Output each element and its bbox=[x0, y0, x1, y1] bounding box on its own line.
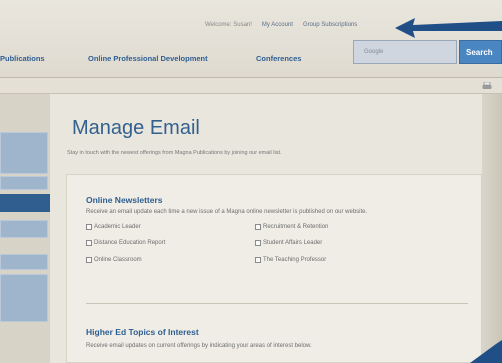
my-account-link[interactable]: My Account bbox=[262, 22, 293, 28]
welcome-text: Welcome: Susan! bbox=[205, 22, 252, 28]
checkbox-box[interactable] bbox=[255, 240, 261, 246]
group-subscriptions-link[interactable]: Group Subscriptions bbox=[303, 22, 357, 28]
checkbox-label: Online Classroom bbox=[94, 257, 142, 263]
nav-item-online-professional-development[interactable]: Online Professional Development bbox=[88, 54, 208, 63]
checkbox-label: Distance Education Report bbox=[94, 240, 166, 246]
sidebar-item[interactable] bbox=[0, 176, 48, 190]
section-desc-topics: Receive email updates on current offerin… bbox=[86, 343, 312, 349]
nav-item-conferences[interactable]: Conferences bbox=[256, 54, 301, 63]
print-icon[interactable] bbox=[482, 82, 492, 90]
sidebar-item[interactable] bbox=[0, 254, 48, 270]
sidebar-item-active[interactable] bbox=[0, 194, 50, 212]
section-divider bbox=[86, 303, 468, 304]
page-title: Manage Email bbox=[72, 117, 200, 139]
checkbox-online-classroom[interactable]: Online Classroom bbox=[86, 257, 142, 263]
search-button[interactable]: Search bbox=[459, 40, 502, 64]
callout-arrow-tip-icon bbox=[470, 340, 502, 363]
section-desc-online-newsletters: Receive an email update each time a new … bbox=[86, 209, 368, 215]
sidebar-item[interactable] bbox=[0, 132, 48, 174]
section-title-online-newsletters: Online Newsletters bbox=[86, 195, 163, 205]
sidebar bbox=[0, 94, 50, 363]
utility-links: Welcome: Susan! My Account Group Subscri… bbox=[205, 22, 357, 28]
checkbox-box[interactable] bbox=[255, 257, 261, 263]
checkbox-label: Academic Leader bbox=[94, 224, 141, 230]
checkbox-student-affairs-leader[interactable]: Student Affairs Leader bbox=[255, 240, 322, 246]
sidebar-item[interactable] bbox=[0, 220, 48, 238]
checkbox-academic-leader[interactable]: Academic Leader bbox=[86, 224, 141, 230]
breadcrumb-bar bbox=[0, 78, 502, 94]
checkbox-box[interactable] bbox=[86, 257, 92, 263]
intro-text: Stay in touch with the newest offerings … bbox=[67, 150, 282, 156]
search-input[interactable]: Google bbox=[353, 40, 457, 64]
section-title-topics: Higher Ed Topics of Interest bbox=[86, 327, 199, 337]
checkbox-box[interactable] bbox=[255, 224, 261, 230]
sidebar-item[interactable] bbox=[0, 274, 48, 322]
checkbox-recruitment-retention[interactable]: Recruitment & Retention bbox=[255, 224, 328, 230]
callout-arrow-icon bbox=[395, 18, 502, 38]
checkbox-box[interactable] bbox=[86, 224, 92, 230]
checkbox-label: Student Affairs Leader bbox=[263, 240, 323, 246]
checkbox-teaching-professor[interactable]: The Teaching Professor bbox=[255, 257, 326, 263]
checkbox-box[interactable] bbox=[86, 240, 92, 246]
page-edge-shadow bbox=[482, 94, 502, 363]
checkbox-distance-education-report[interactable]: Distance Education Report bbox=[86, 240, 165, 246]
checkbox-label: Recruitment & Retention bbox=[263, 224, 329, 230]
nav-item-publications[interactable]: Publications bbox=[0, 54, 45, 63]
checkbox-label: The Teaching Professor bbox=[263, 257, 327, 263]
